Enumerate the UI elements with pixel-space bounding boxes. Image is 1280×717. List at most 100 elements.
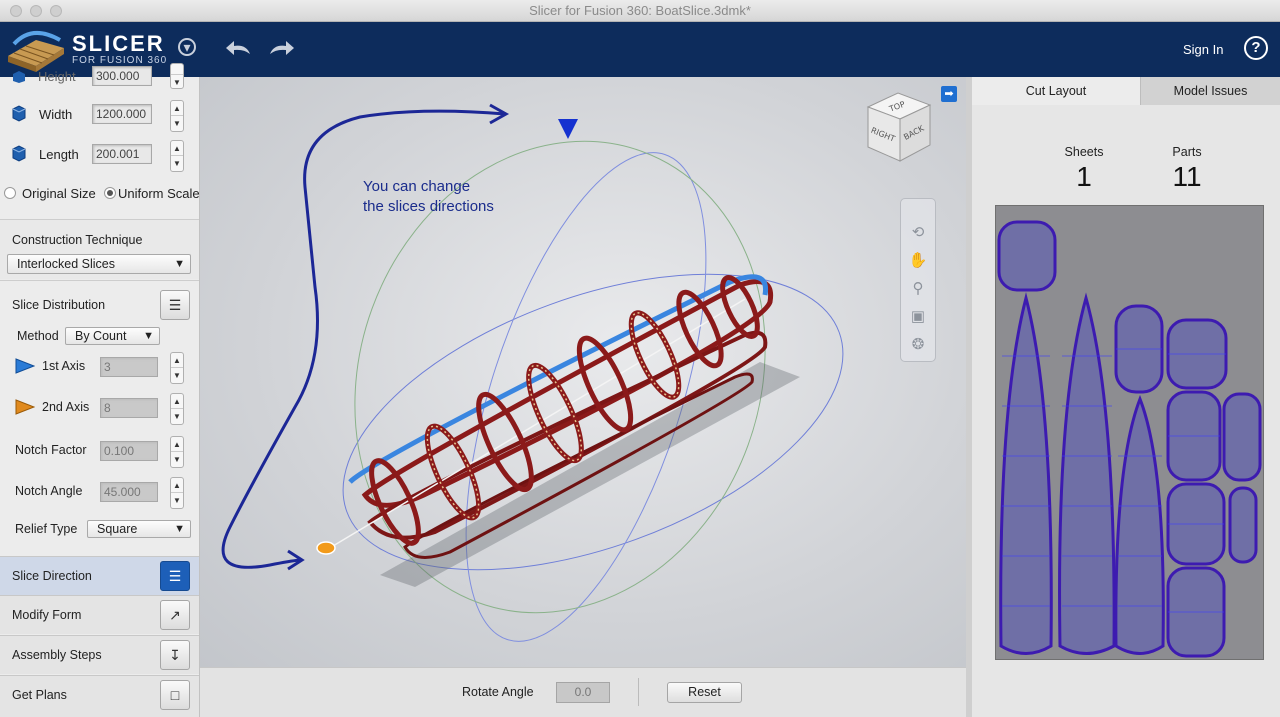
- 3d-viewport[interactable]: You can change the slices directions TOP…: [200, 77, 966, 667]
- chevron-down-icon: ▼: [143, 330, 154, 342]
- window-title: Slicer for Fusion 360: BoatSlice.3dmk*: [529, 3, 751, 18]
- boat-model[interactable]: [200, 77, 966, 667]
- first-axis-stepper[interactable]: ▲ ▼: [170, 352, 184, 384]
- distribution-options-button[interactable]: ☰: [160, 290, 190, 320]
- original-size-label: Original Size: [22, 186, 96, 201]
- second-axis-label: 2nd Axis: [42, 400, 90, 414]
- annotation-line-1: You can change: [363, 178, 471, 195]
- rotate-bar: Rotate Angle 0.0 Reset: [200, 667, 966, 717]
- title-bar: Slicer for Fusion 360: BoatSlice.3dmk*: [0, 0, 1280, 22]
- first-axis-icon: [15, 358, 35, 374]
- assembly-steps-icon[interactable]: ↧: [160, 640, 190, 670]
- notch-angle-field[interactable]: 45.000: [100, 482, 158, 502]
- help-button[interactable]: ?: [1244, 36, 1268, 60]
- nav-assembly-steps[interactable]: Assembly Steps ↧: [0, 635, 199, 674]
- redo-icon[interactable]: [266, 39, 296, 57]
- relief-type-label: Relief Type: [15, 522, 78, 536]
- length-label: Length: [39, 147, 79, 162]
- sheets-stat: Sheets 1: [1044, 145, 1124, 193]
- relief-type-value: Square: [97, 522, 138, 536]
- uniform-scale-label: Uniform Scale: [118, 186, 200, 201]
- minimize-window-button[interactable]: [30, 5, 42, 17]
- cut-parts: [997, 220, 1262, 658]
- navigation-bar: ⟲ ✋ ⚲ ▣ ❂: [900, 198, 936, 362]
- slice-distribution-label: Slice Distribution: [12, 298, 106, 312]
- length-field[interactable]: 200.001: [92, 144, 152, 164]
- second-axis-icon: [15, 399, 35, 415]
- nav-modify-form[interactable]: Modify Form ↗: [0, 595, 199, 634]
- length-stepper[interactable]: ▲ ▼: [170, 140, 184, 172]
- height-field[interactable]: 300.000: [92, 66, 152, 86]
- pan-hand-icon[interactable]: ✋: [908, 251, 928, 271]
- part-long-2: [1058, 292, 1116, 655]
- first-axis-field[interactable]: 3: [100, 357, 158, 377]
- notch-angle-stepper[interactable]: ▲ ▼: [170, 477, 184, 509]
- sheets-label: Sheets: [1064, 145, 1104, 159]
- nav-slice-direction[interactable]: Slice Direction ☰: [0, 556, 199, 595]
- slice-distribution-section: Slice Distribution ☰ Method By Count ▼ 1s…: [0, 280, 199, 552]
- sign-in-link[interactable]: Sign In: [1183, 42, 1223, 57]
- method-label: Method: [17, 329, 59, 343]
- slice-direction-label: Slice Direction: [12, 569, 92, 583]
- height-icon: [13, 71, 25, 83]
- get-plans-label: Get Plans: [12, 688, 67, 702]
- width-stepper[interactable]: ▲ ▼: [170, 100, 184, 132]
- part-bow: [997, 220, 1057, 292]
- width-label: Width: [39, 107, 73, 122]
- width-field[interactable]: 1200.000: [92, 104, 152, 124]
- chevron-down-icon: ▼: [174, 258, 185, 270]
- parts-count: 11: [1172, 161, 1202, 192]
- home-view-icon[interactable]: ❂: [908, 335, 928, 355]
- notch-factor-stepper[interactable]: ▲ ▼: [170, 436, 184, 468]
- close-window-button[interactable]: [10, 5, 22, 17]
- part-rib-7: [1228, 486, 1258, 564]
- part-rib-6: [1222, 392, 1262, 482]
- length-icon: [12, 145, 26, 162]
- expand-panel-icon[interactable]: ➡: [941, 86, 957, 102]
- slice-direction-icon[interactable]: ☰: [160, 561, 190, 591]
- fit-view-icon[interactable]: ▣: [908, 307, 928, 327]
- sheets-count: 1: [1076, 161, 1092, 192]
- rotate-angle-field[interactable]: 0.0: [556, 682, 610, 703]
- construction-select[interactable]: Interlocked Slices ▼: [7, 254, 191, 274]
- height-stepper[interactable]: ▼: [170, 63, 184, 89]
- viewport-annotation: You can change the slices directions: [363, 177, 494, 217]
- parameters-panel: Height 300.000 ▼ Width 1200.000 ▲ ▼ Lengt…: [0, 63, 200, 717]
- reset-button[interactable]: Reset: [667, 682, 742, 703]
- chevron-down-icon: ▼: [174, 523, 185, 535]
- uniform-scale-radio[interactable]: [104, 187, 116, 199]
- brand-title: SLICER: [72, 31, 165, 56]
- slicer-logo-icon: [8, 31, 64, 72]
- original-size-radio[interactable]: [4, 187, 16, 199]
- zoom-icon[interactable]: ⚲: [908, 279, 928, 299]
- app-menu-dropdown-icon[interactable]: ▾: [178, 38, 196, 56]
- second-axis-stepper[interactable]: ▲ ▼: [170, 393, 184, 425]
- cut-sheet-preview[interactable]: [995, 205, 1264, 660]
- undo-icon[interactable]: [224, 39, 254, 57]
- get-plans-icon[interactable]: □: [160, 680, 190, 710]
- height-label: Height: [38, 69, 76, 84]
- nav-get-plans[interactable]: Get Plans □: [0, 675, 199, 717]
- zoom-window-button[interactable]: [50, 5, 62, 17]
- rotate-angle-label: Rotate Angle: [462, 685, 534, 699]
- notch-factor-field[interactable]: 0.100: [100, 441, 158, 461]
- parts-stat: Parts 11: [1147, 145, 1227, 193]
- method-value: By Count: [75, 329, 127, 343]
- tab-model-issues[interactable]: Model Issues: [1140, 77, 1280, 105]
- modify-form-icon[interactable]: ↗: [160, 600, 190, 630]
- second-axis-field[interactable]: 8: [100, 398, 158, 418]
- relief-type-select[interactable]: Square ▼: [87, 520, 191, 538]
- orbit-icon[interactable]: ⟲: [908, 223, 928, 243]
- view-cube[interactable]: TOP RIGHT BACK: [858, 89, 938, 169]
- part-long-3: [1114, 394, 1165, 655]
- parts-label: Parts: [1172, 145, 1202, 159]
- first-axis-label: 1st Axis: [42, 359, 86, 373]
- brand-subtitle: FOR FUSION 360: [72, 55, 168, 66]
- divider: [638, 678, 639, 706]
- method-select[interactable]: By Count ▼: [65, 327, 160, 345]
- notch-factor-label: Notch Factor: [15, 443, 87, 457]
- width-icon: [12, 105, 26, 122]
- tab-cut-layout[interactable]: Cut Layout: [972, 77, 1140, 105]
- construction-section: Construction Technique Interlocked Slice…: [0, 219, 199, 279]
- notch-angle-label: Notch Angle: [15, 484, 83, 498]
